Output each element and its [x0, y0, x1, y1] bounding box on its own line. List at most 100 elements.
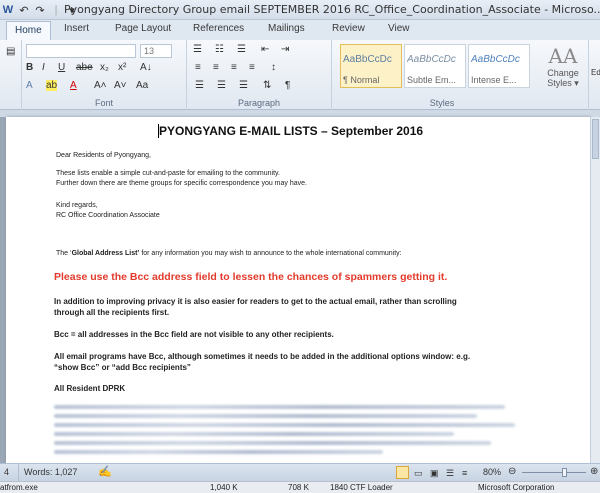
bcc-note: Bcc = all addresses in the Bcc field are…: [54, 330, 334, 339]
table-button[interactable]: ☰: [239, 80, 248, 91]
change-styles-icon: AA: [548, 44, 578, 68]
process-description: 1840 CTF Loader: [330, 483, 393, 492]
word-logo-icon[interactable]: W: [2, 4, 14, 16]
document-heading: PYONGYANG E-MAIL LISTS – September 2016: [159, 124, 424, 138]
tab-mailings[interactable]: Mailings: [268, 23, 305, 34]
style-name: Intense E...: [471, 75, 517, 85]
ribbon-tabs: Home Insert Page Layout References Maili…: [0, 20, 600, 40]
tab-home[interactable]: Home: [6, 21, 51, 40]
subscript-button[interactable]: x₂: [100, 62, 109, 73]
style-intense-emphasis[interactable]: AaBbCcDc Intense E...: [468, 44, 530, 88]
grow-font-button[interactable]: A˄: [94, 80, 107, 91]
style-name: Subtle Em...: [407, 75, 457, 85]
ruler: [0, 110, 600, 117]
proofing-icon[interactable]: ✍: [98, 465, 112, 478]
zoom-slider[interactable]: [522, 472, 586, 473]
editing-group-label[interactable]: Ed: [591, 68, 600, 77]
font-group: 13 B I U abe x₂ x² A↓ A ab A A˄ A˅ Aa Fo…: [22, 40, 187, 110]
paste-icon[interactable]: ▤: [6, 46, 15, 57]
outline-icon[interactable]: ☰: [446, 468, 454, 479]
paragraph-group: ☰ ☷ ☰ ⇤ ⇥ ≡ ≡ ≡ ≡ ↕ ☰ ☰ ☰ ⇅ ¶ Paragraph: [187, 40, 332, 110]
zoom-out-icon[interactable]: ⊖: [508, 466, 516, 477]
gal-line: The ‘Global Address List’ for any inform…: [56, 250, 402, 257]
programs-line-1: All email programs have Bcc, although so…: [54, 352, 471, 361]
shading-button[interactable]: ☰: [195, 80, 204, 91]
text-effects-button[interactable]: A: [26, 80, 33, 91]
shrink-font-button[interactable]: A˅: [114, 80, 127, 91]
clipboard-group: ▤: [0, 40, 22, 110]
scrollbar-thumb[interactable]: [592, 119, 599, 159]
style-sample: AaBbCcDc: [343, 54, 392, 65]
multilevel-icon[interactable]: ☰: [237, 44, 246, 55]
print-layout-icon[interactable]: [396, 466, 409, 479]
greeting-text: Dear Residents of Pyongyang,: [56, 152, 151, 159]
tab-references[interactable]: References: [193, 23, 244, 34]
full-screen-icon[interactable]: ▭: [414, 468, 423, 479]
style-subtle-emphasis[interactable]: AaBbCcDc Subtle Em...: [404, 44, 466, 88]
font-size-field[interactable]: 13: [140, 44, 172, 58]
bullets-icon[interactable]: ☰: [193, 44, 202, 55]
word-count[interactable]: Words: 1,027: [24, 467, 77, 477]
window-title: Pyongyang Directory Group email SEPTEMBE…: [64, 3, 600, 16]
change-styles-label2: Styles ▾: [547, 78, 579, 88]
change-styles-label: Change: [547, 68, 579, 78]
zoom-slider-thumb[interactable]: [562, 468, 567, 477]
show-marks-button[interactable]: ¶: [285, 80, 290, 91]
vertical-scrollbar[interactable]: [590, 117, 600, 463]
align-left-button[interactable]: ≡: [195, 62, 201, 73]
zoom-in-icon[interactable]: ⊕: [590, 466, 598, 477]
clear-formatting-button[interactable]: A↓: [140, 62, 152, 73]
web-layout-icon[interactable]: ▣: [430, 468, 439, 479]
redo-icon[interactable]: ↷: [34, 4, 46, 17]
numbering-icon[interactable]: ☷: [215, 44, 224, 55]
process-list-strip: atfrom.exe 1,040 K 708 K 1840 CTF Loader…: [0, 481, 600, 493]
superscript-button[interactable]: x²: [118, 62, 126, 73]
increase-indent-icon[interactable]: ⇥: [281, 44, 289, 55]
strikethrough-button[interactable]: abe: [76, 62, 93, 73]
title-bar: W ↶ ↷ | ▾ Pyongyang Directory Group emai…: [0, 0, 600, 20]
italic-button[interactable]: I: [42, 62, 45, 73]
gal-suffix: for any information you may wish to anno…: [139, 250, 402, 257]
font-color-button[interactable]: A: [70, 80, 77, 91]
regards-text: Kind regards,: [56, 202, 98, 209]
intro-line-1: These lists enable a simple cut-and-past…: [56, 170, 280, 177]
section-heading: All Resident DPRK: [54, 384, 126, 393]
process-name: atfrom.exe: [0, 483, 38, 492]
bcc-warning: Please use the Bcc address field to less…: [54, 271, 448, 283]
redacted-address-list: [54, 405, 524, 463]
process-mem-1: 1,040 K: [210, 483, 238, 492]
document-page[interactable]: PYONGYANG E-MAIL LISTS – September 2016 …: [6, 117, 590, 463]
sort-button[interactable]: ⇅: [263, 80, 271, 91]
decrease-indent-icon[interactable]: ⇤: [261, 44, 269, 55]
font-group-label: Font: [94, 98, 113, 108]
align-center-button[interactable]: ≡: [213, 62, 219, 73]
word-window: W ↶ ↷ | ▾ Pyongyang Directory Group emai…: [0, 0, 600, 493]
signature-text: RC Office Coordination Associate: [56, 212, 160, 219]
underline-button[interactable]: U: [58, 62, 65, 73]
tab-review[interactable]: Review: [332, 23, 365, 34]
process-company: Microsoft Corporation: [478, 483, 555, 492]
status-divider: [18, 464, 19, 481]
change-case-button[interactable]: Aa: [136, 80, 148, 91]
align-right-button[interactable]: ≡: [231, 62, 237, 73]
ribbon: ▤ 13 B I U abe x₂ x² A↓ A ab A A˄ A˅ Aa …: [0, 40, 600, 110]
style-sample: AaBbCcDc: [471, 54, 520, 65]
justify-button[interactable]: ≡: [249, 62, 255, 73]
gal-prefix: The ‘: [56, 250, 72, 257]
undo-icon[interactable]: ↶: [18, 4, 30, 17]
bold-button[interactable]: B: [26, 62, 33, 73]
font-name-field[interactable]: [26, 44, 136, 58]
page-number[interactable]: 4: [4, 467, 9, 477]
draft-icon[interactable]: ≡: [462, 468, 467, 478]
line-spacing-button[interactable]: ↕: [271, 62, 276, 73]
change-styles-button[interactable]: AA Change Styles ▾: [543, 44, 583, 89]
qat-separator: |: [54, 4, 58, 16]
paragraph-group-label: Paragraph: [237, 98, 281, 108]
tab-insert[interactable]: Insert: [64, 23, 89, 34]
zoom-level[interactable]: 80%: [483, 467, 501, 477]
tab-page-layout[interactable]: Page Layout: [115, 23, 171, 34]
tab-view[interactable]: View: [388, 23, 410, 34]
borders-button[interactable]: ☰: [217, 80, 226, 91]
style-normal[interactable]: AaBbCcDc ¶ Normal: [340, 44, 402, 88]
highlight-button[interactable]: ab: [46, 80, 58, 91]
